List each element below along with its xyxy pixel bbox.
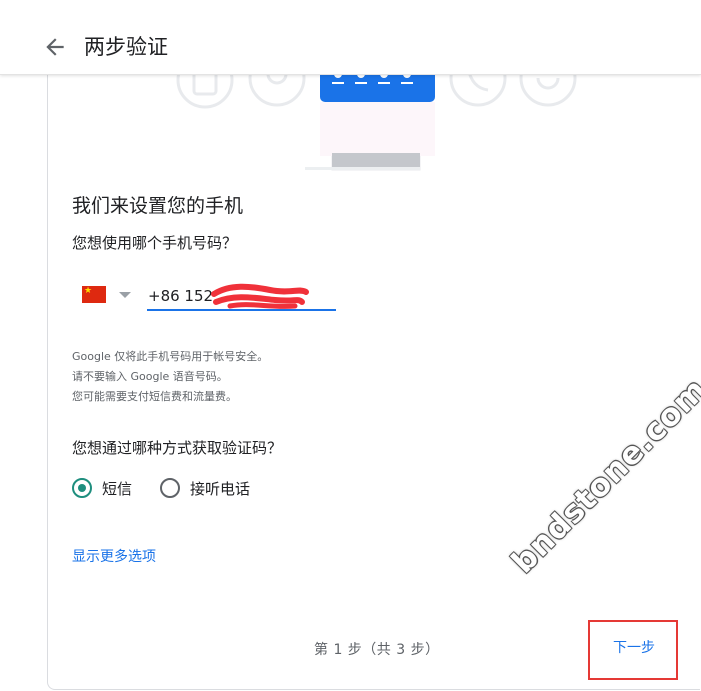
arrow-back-icon <box>46 38 64 56</box>
step-indicator: 第 1 步（共 3 步） <box>314 642 440 658</box>
setup-heading: 我们来设置您的手机 <box>72 195 244 217</box>
phone-question: 您想使用哪个手机号码？ <box>72 234 238 252</box>
highlight-annotation <box>588 620 678 680</box>
redaction-scribble <box>211 283 309 309</box>
method-question: 您想通过哪种方式获取验证码？ <box>72 439 283 457</box>
note-line: 您可能需要支付短信费和流量费。 <box>72 390 237 403</box>
back-button[interactable] <box>42 34 68 60</box>
china-flag-icon: ★ <box>82 286 106 303</box>
note-line: 请不要输入 Google 语音号码。 <box>72 370 228 383</box>
note-line: Google 仅将此手机号码用于帐号安全。 <box>72 350 269 363</box>
show-more-options-link[interactable]: 显示更多选项 <box>72 546 156 566</box>
option-label: 短信 <box>102 480 133 498</box>
radio-checked-icon[interactable] <box>72 478 92 498</box>
dropdown-caret-icon <box>119 292 131 298</box>
top-app-bar: 两步验证 <box>0 0 701 75</box>
radio-unchecked-icon[interactable] <box>160 478 180 498</box>
phone-usage-notes: Google 仅将此手机号码用于帐号安全。 请不要输入 Google 语音号码。… <box>72 347 268 407</box>
country-selector[interactable]: ★ <box>82 286 132 306</box>
option-label: 接听电话 <box>190 480 251 498</box>
page-title: 两步验证 <box>84 35 168 59</box>
